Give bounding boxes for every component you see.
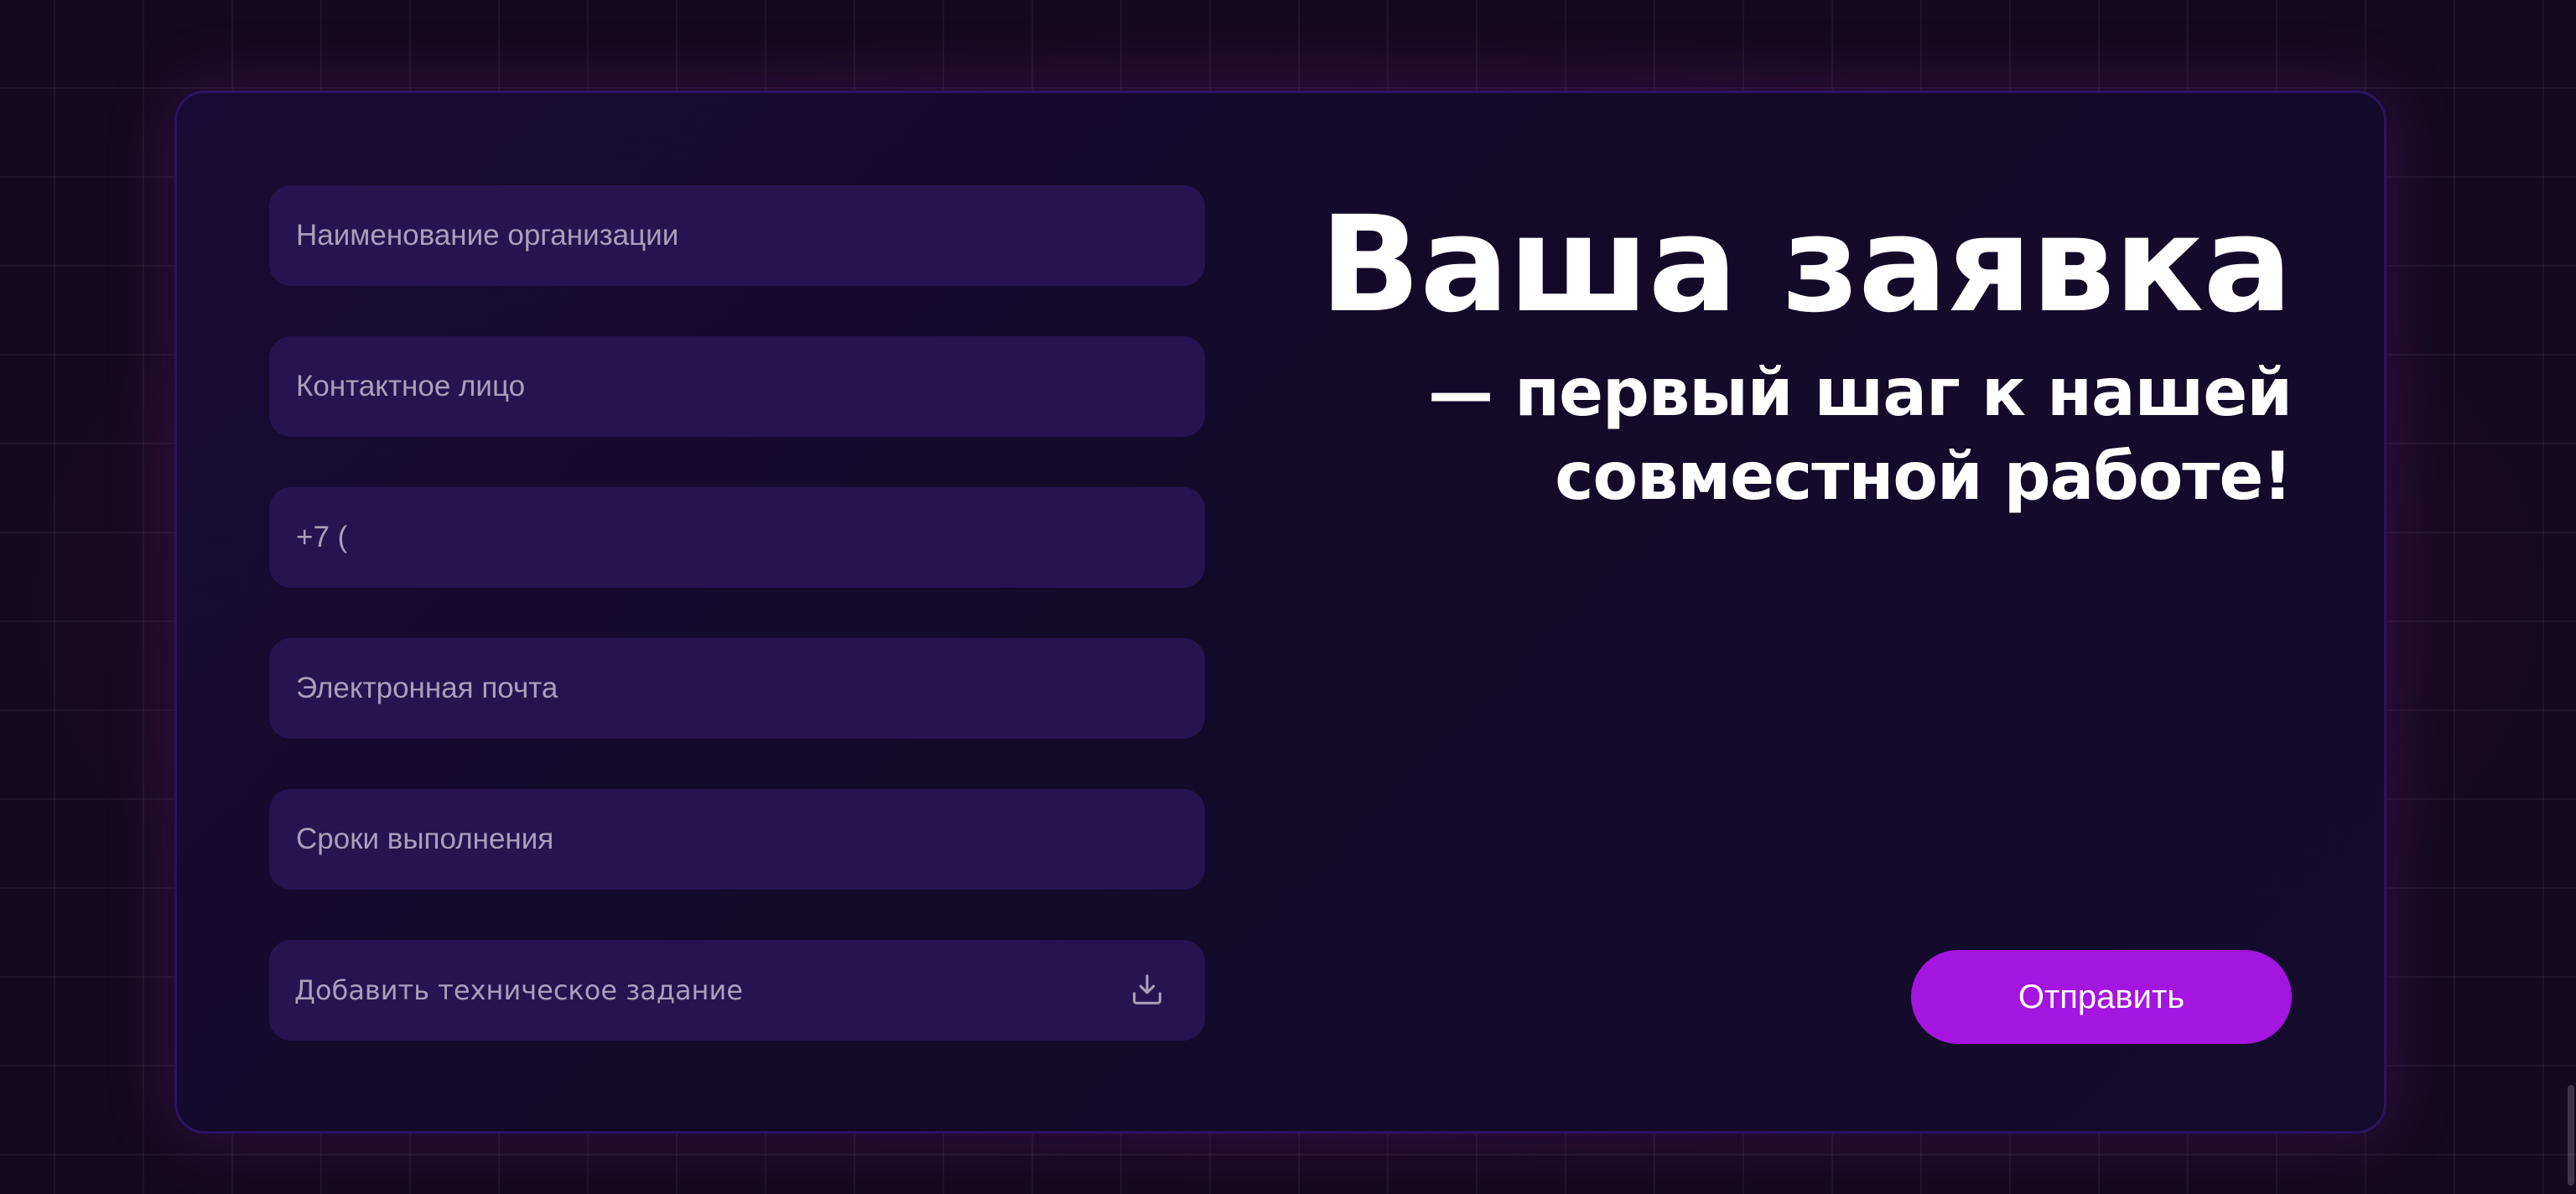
technical-task-upload[interactable]: Добавить техническое задание	[269, 940, 1205, 1041]
subtitle-line-1: — первый шаг к нашей	[1428, 356, 2293, 431]
organization-name-input[interactable]	[294, 218, 1180, 253]
download-icon[interactable]	[1128, 971, 1166, 1010]
email-input[interactable]	[294, 671, 1180, 706]
contact-field-wrapper	[269, 336, 1205, 437]
contact-person-input[interactable]	[294, 369, 1180, 404]
deadline-field-wrapper	[269, 789, 1205, 890]
application-card: Добавить техническое задание Ваша заявка…	[174, 91, 2386, 1134]
scrollbar-thumb[interactable]	[2568, 1085, 2574, 1186]
phone-field-wrapper	[269, 487, 1205, 588]
submit-button[interactable]: Отправить	[1911, 950, 2292, 1044]
heading-block: Ваша заявка — первый шаг к нашей совмест…	[1319, 188, 2293, 519]
subtitle-line-2: совместной работе!	[1555, 439, 2293, 515]
application-form: Добавить техническое задание	[269, 185, 1205, 1091]
deadline-input[interactable]	[294, 822, 1180, 857]
page-title: Ваша заявка	[1319, 188, 2293, 342]
page-subtitle: — первый шаг к нашей совместной работе!	[1320, 351, 2293, 519]
organization-field-wrapper	[269, 185, 1205, 286]
upload-label: Добавить техническое задание	[294, 974, 743, 1006]
phone-input[interactable]	[294, 520, 1180, 555]
email-field-wrapper	[269, 638, 1205, 739]
